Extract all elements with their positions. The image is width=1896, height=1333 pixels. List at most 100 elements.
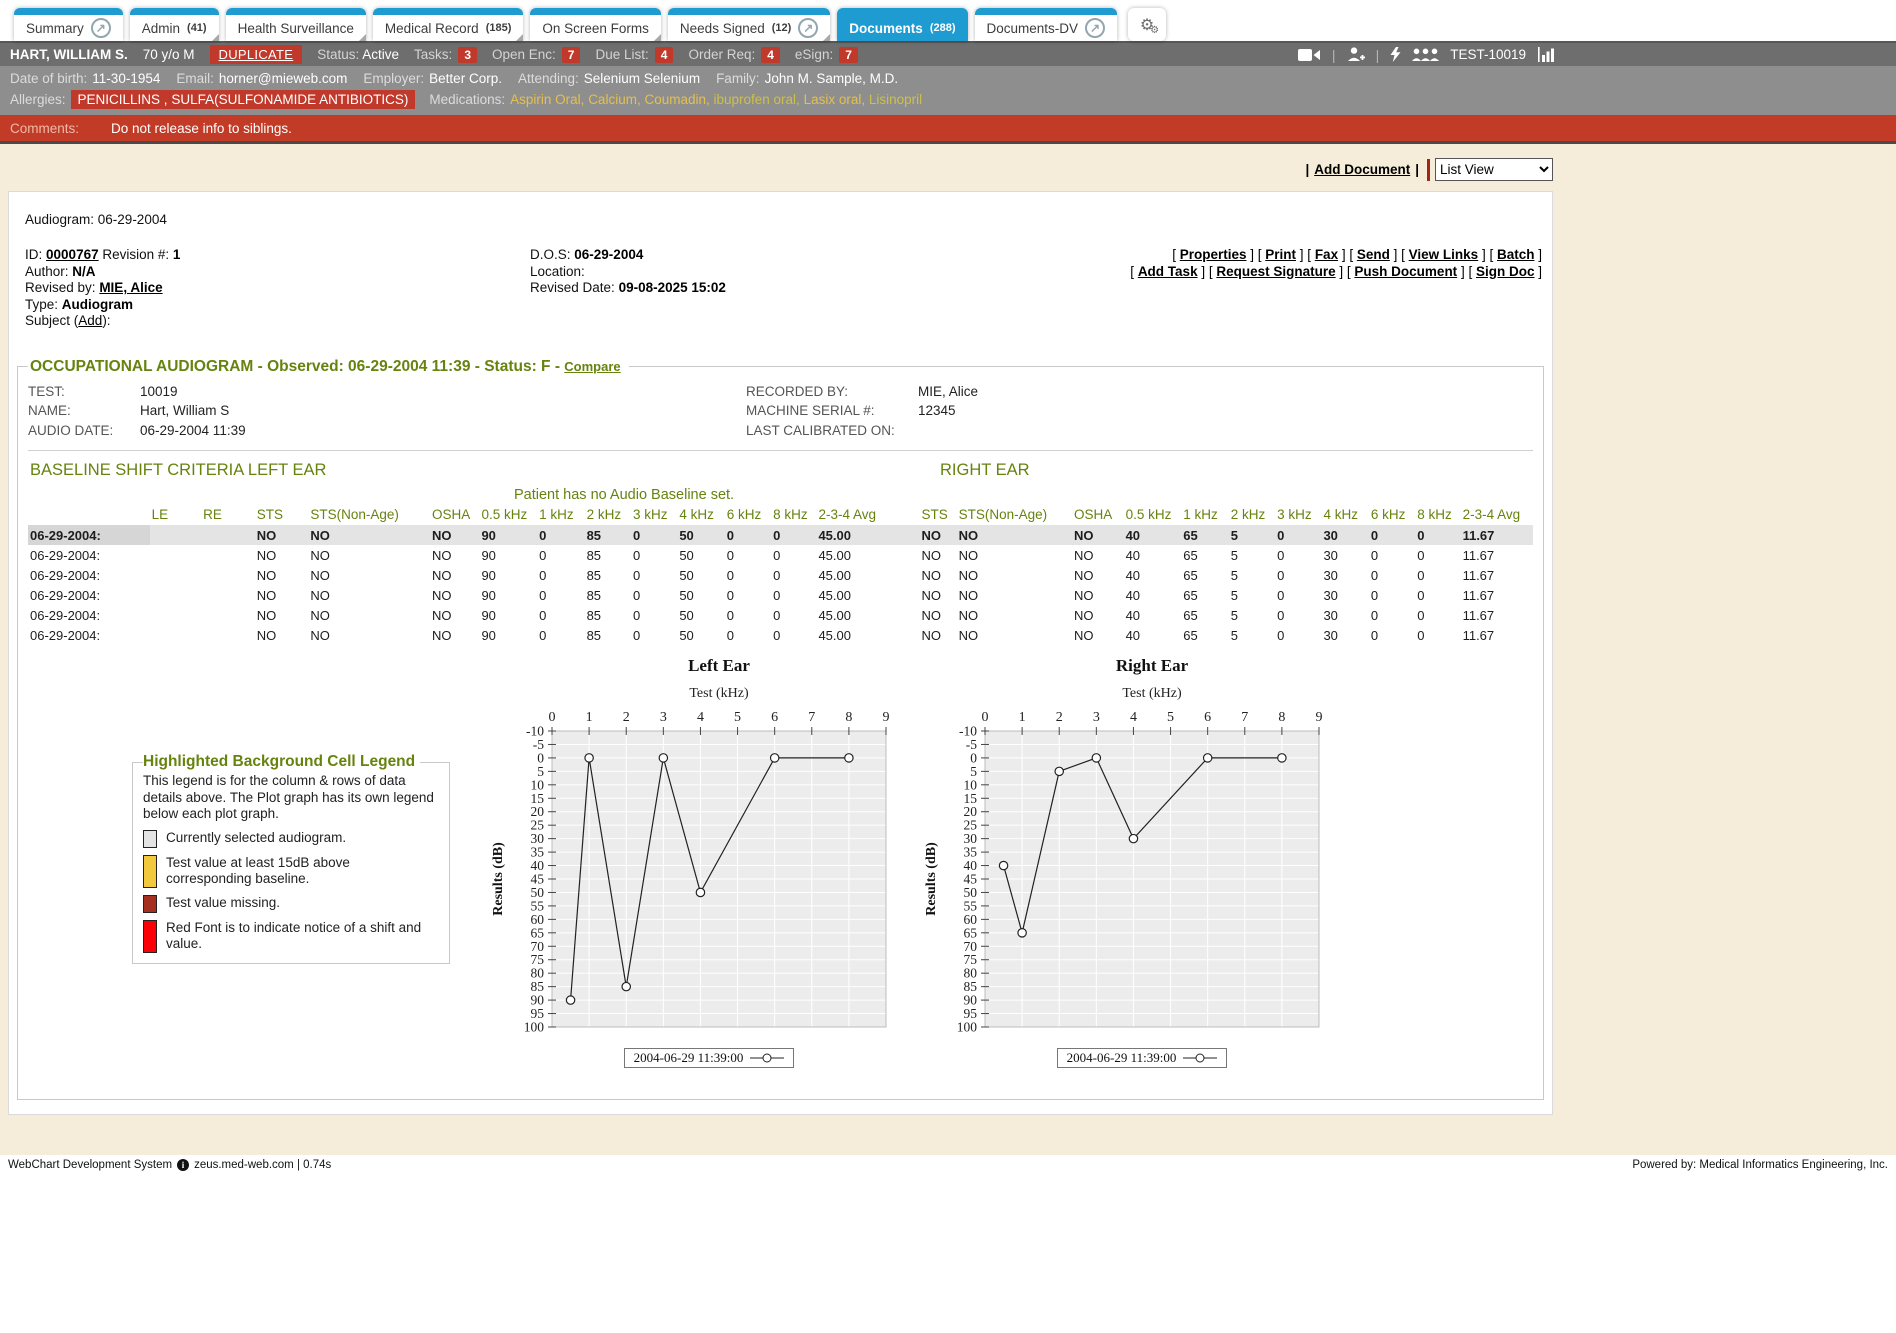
counter-label: Order Req: xyxy=(688,47,755,62)
cell-left xyxy=(201,525,255,545)
cell-right: NO xyxy=(957,605,1072,625)
tab-summary[interactable]: Summary↗ xyxy=(14,8,123,41)
external-link-icon[interactable]: ↗ xyxy=(91,18,111,38)
legend-swatch xyxy=(143,895,157,913)
duplicate-flag[interactable]: DUPLICATE xyxy=(210,45,303,64)
tab-needs-signed[interactable]: Needs Signed(12)↗ xyxy=(668,8,830,41)
document-actions-row-2: [ Add Task ] [ Request Signature ] [ Pus… xyxy=(1130,264,1542,281)
fax-link[interactable]: Fax xyxy=(1315,247,1338,262)
external-link-icon[interactable]: ↗ xyxy=(798,18,818,38)
demo-date-of-birth: Date of birth:11-30-1954 xyxy=(10,71,160,86)
cell-right: 40 xyxy=(1124,545,1182,565)
audiogram-row[interactable]: 06-29-2004:NONONO900850500045.00NONONO40… xyxy=(28,565,1533,585)
cell-right: 11.67 xyxy=(1461,545,1533,565)
document-actions-row-1: [ Properties ] [ Print ] [ Fax ] [ Send … xyxy=(1130,247,1542,264)
audiogram-row[interactable]: 06-29-2004:NONONO900850500045.00NONONO40… xyxy=(28,625,1533,645)
compare-link[interactable]: Compare xyxy=(564,359,620,374)
cell-right: 5 xyxy=(1229,565,1275,585)
cell-left: NO xyxy=(308,525,430,545)
tab-on-screen-forms[interactable]: On Screen Forms xyxy=(530,8,661,41)
gear-small-icon: ⚙ xyxy=(1150,25,1159,36)
cell-left xyxy=(150,565,202,585)
field-label-machine-serial: MACHINE SERIAL #: xyxy=(746,401,918,421)
tab-documents-dv[interactable]: Documents-DV↗ xyxy=(975,8,1118,41)
bracket: [ xyxy=(1401,247,1409,262)
col-left-3-khz: 3 kHz xyxy=(631,505,677,525)
cell-right: 65 xyxy=(1181,625,1228,645)
field-value-recorded-by: MIE, Alice xyxy=(918,382,978,402)
revision-value: 1 xyxy=(173,247,181,262)
series-label: 2004-06-29 11:39:00 xyxy=(1067,1050,1177,1066)
add-task-link[interactable]: Add Task xyxy=(1138,264,1198,279)
tab-label: Health Surveillance xyxy=(238,21,354,36)
cell-right: 30 xyxy=(1321,525,1368,545)
counter-badge[interactable]: 4 xyxy=(655,47,674,63)
author-value: N/A xyxy=(72,264,95,279)
add-document-link[interactable]: Add Document xyxy=(1314,162,1410,177)
counter-badge[interactable]: 7 xyxy=(839,47,858,63)
counter-badge[interactable]: 4 xyxy=(761,47,780,63)
counter-badge[interactable]: 3 xyxy=(458,47,477,63)
audiogram-row[interactable]: 06-29-2004:NONONO900850500045.00NONONO40… xyxy=(28,525,1533,545)
cell-right: 5 xyxy=(1229,605,1275,625)
cell-left: 0 xyxy=(771,565,816,585)
allergies-value[interactable]: PENICILLINS , SULFA(SULFONAMIDE ANTIBIOT… xyxy=(71,90,416,109)
cell-right: NO xyxy=(920,565,957,585)
tab-medical-record[interactable]: Medical Record(185) xyxy=(373,8,523,41)
comments-text: Do not release info to siblings. xyxy=(111,121,292,136)
properties-link[interactable]: Properties xyxy=(1180,247,1247,262)
print-link[interactable]: Print xyxy=(1265,247,1296,262)
people-icon[interactable] xyxy=(1412,48,1439,62)
add-person-icon[interactable] xyxy=(1347,47,1365,62)
tab-admin[interactable]: Admin(41) xyxy=(130,8,219,41)
cell-left xyxy=(150,585,202,605)
batch-link[interactable]: Batch xyxy=(1497,247,1535,262)
external-link-icon[interactable]: ↗ xyxy=(1085,18,1105,38)
cell-left: 0 xyxy=(537,585,584,605)
cell-left: 85 xyxy=(585,565,631,585)
col-right-osha: OSHA xyxy=(1072,505,1124,525)
view-mode-select[interactable]: List View xyxy=(1435,158,1553,181)
status-value: Active xyxy=(362,47,399,62)
cell-right: 40 xyxy=(1124,625,1182,645)
cell-right: 40 xyxy=(1124,565,1182,585)
subject-add-link[interactable]: Add xyxy=(78,313,102,328)
push-document-link[interactable]: Push Document xyxy=(1354,264,1457,279)
demographics-row-2: Allergies: PENICILLINS , SULFA(SULFONAMI… xyxy=(0,87,1565,110)
revised-by-label: Revised by: xyxy=(25,280,96,295)
cell-left: 0 xyxy=(631,525,677,545)
demo-family: Family:John M. Sample, M.D. xyxy=(716,71,898,86)
cell-left: 50 xyxy=(677,605,724,625)
counter-label: Due List: xyxy=(595,47,648,62)
send-link[interactable]: Send xyxy=(1357,247,1390,262)
chart-stats-icon[interactable] xyxy=(1537,47,1555,62)
cell-right: NO xyxy=(957,585,1072,605)
revised-by-link[interactable]: MIE, Alice xyxy=(99,280,162,295)
tab-health-surveillance[interactable]: Health Surveillance xyxy=(226,8,366,41)
document-card: Audiogram: 06-29-2004 ID: 0000767 Revisi… xyxy=(8,191,1553,1115)
document-actions: [ Properties ] [ Print ] [ Fax ] [ Send … xyxy=(1130,247,1544,330)
audiogram-row[interactable]: 06-29-2004:NONONO900850500045.00NONONO40… xyxy=(28,545,1533,565)
counter-group: Tasks:3Open Enc:7Due List:4Order Req:4eS… xyxy=(414,47,858,63)
settings-gear-button[interactable]: ⚙ ⚙ xyxy=(1128,8,1166,41)
bracket: [ xyxy=(1172,247,1180,262)
audiogram-row[interactable]: 06-29-2004:NONONO900850500045.00NONONO40… xyxy=(28,605,1533,625)
allergies-label: Allergies: xyxy=(10,92,66,107)
cell-right: 65 xyxy=(1181,605,1228,625)
counter-badge[interactable]: 7 xyxy=(562,47,581,63)
col-left-le: LE xyxy=(150,505,202,525)
audiogram-results-table: LERESTSSTS(Non-Age)OSHA0.5 kHz1 kHz2 kHz… xyxy=(28,505,1533,645)
sign-doc-link[interactable]: Sign Doc xyxy=(1476,264,1535,279)
series-marker-icon xyxy=(1183,1052,1217,1064)
document-id-link[interactable]: 0000767 xyxy=(46,247,99,262)
tab-label: Needs Signed xyxy=(680,21,765,36)
view-links-link[interactable]: View Links xyxy=(1409,247,1479,262)
lightning-icon[interactable] xyxy=(1390,47,1401,62)
cell-right: NO xyxy=(1072,565,1124,585)
legend-item-label: Currently selected audiogram. xyxy=(166,830,346,848)
audiogram-row[interactable]: 06-29-2004:NONONO900850500045.00NONONO40… xyxy=(28,585,1533,605)
video-camera-icon[interactable] xyxy=(1298,48,1321,62)
request-signature-link[interactable]: Request Signature xyxy=(1216,264,1335,279)
cell-left: NO xyxy=(308,545,430,565)
tab-documents[interactable]: Documents(288) xyxy=(837,8,967,41)
